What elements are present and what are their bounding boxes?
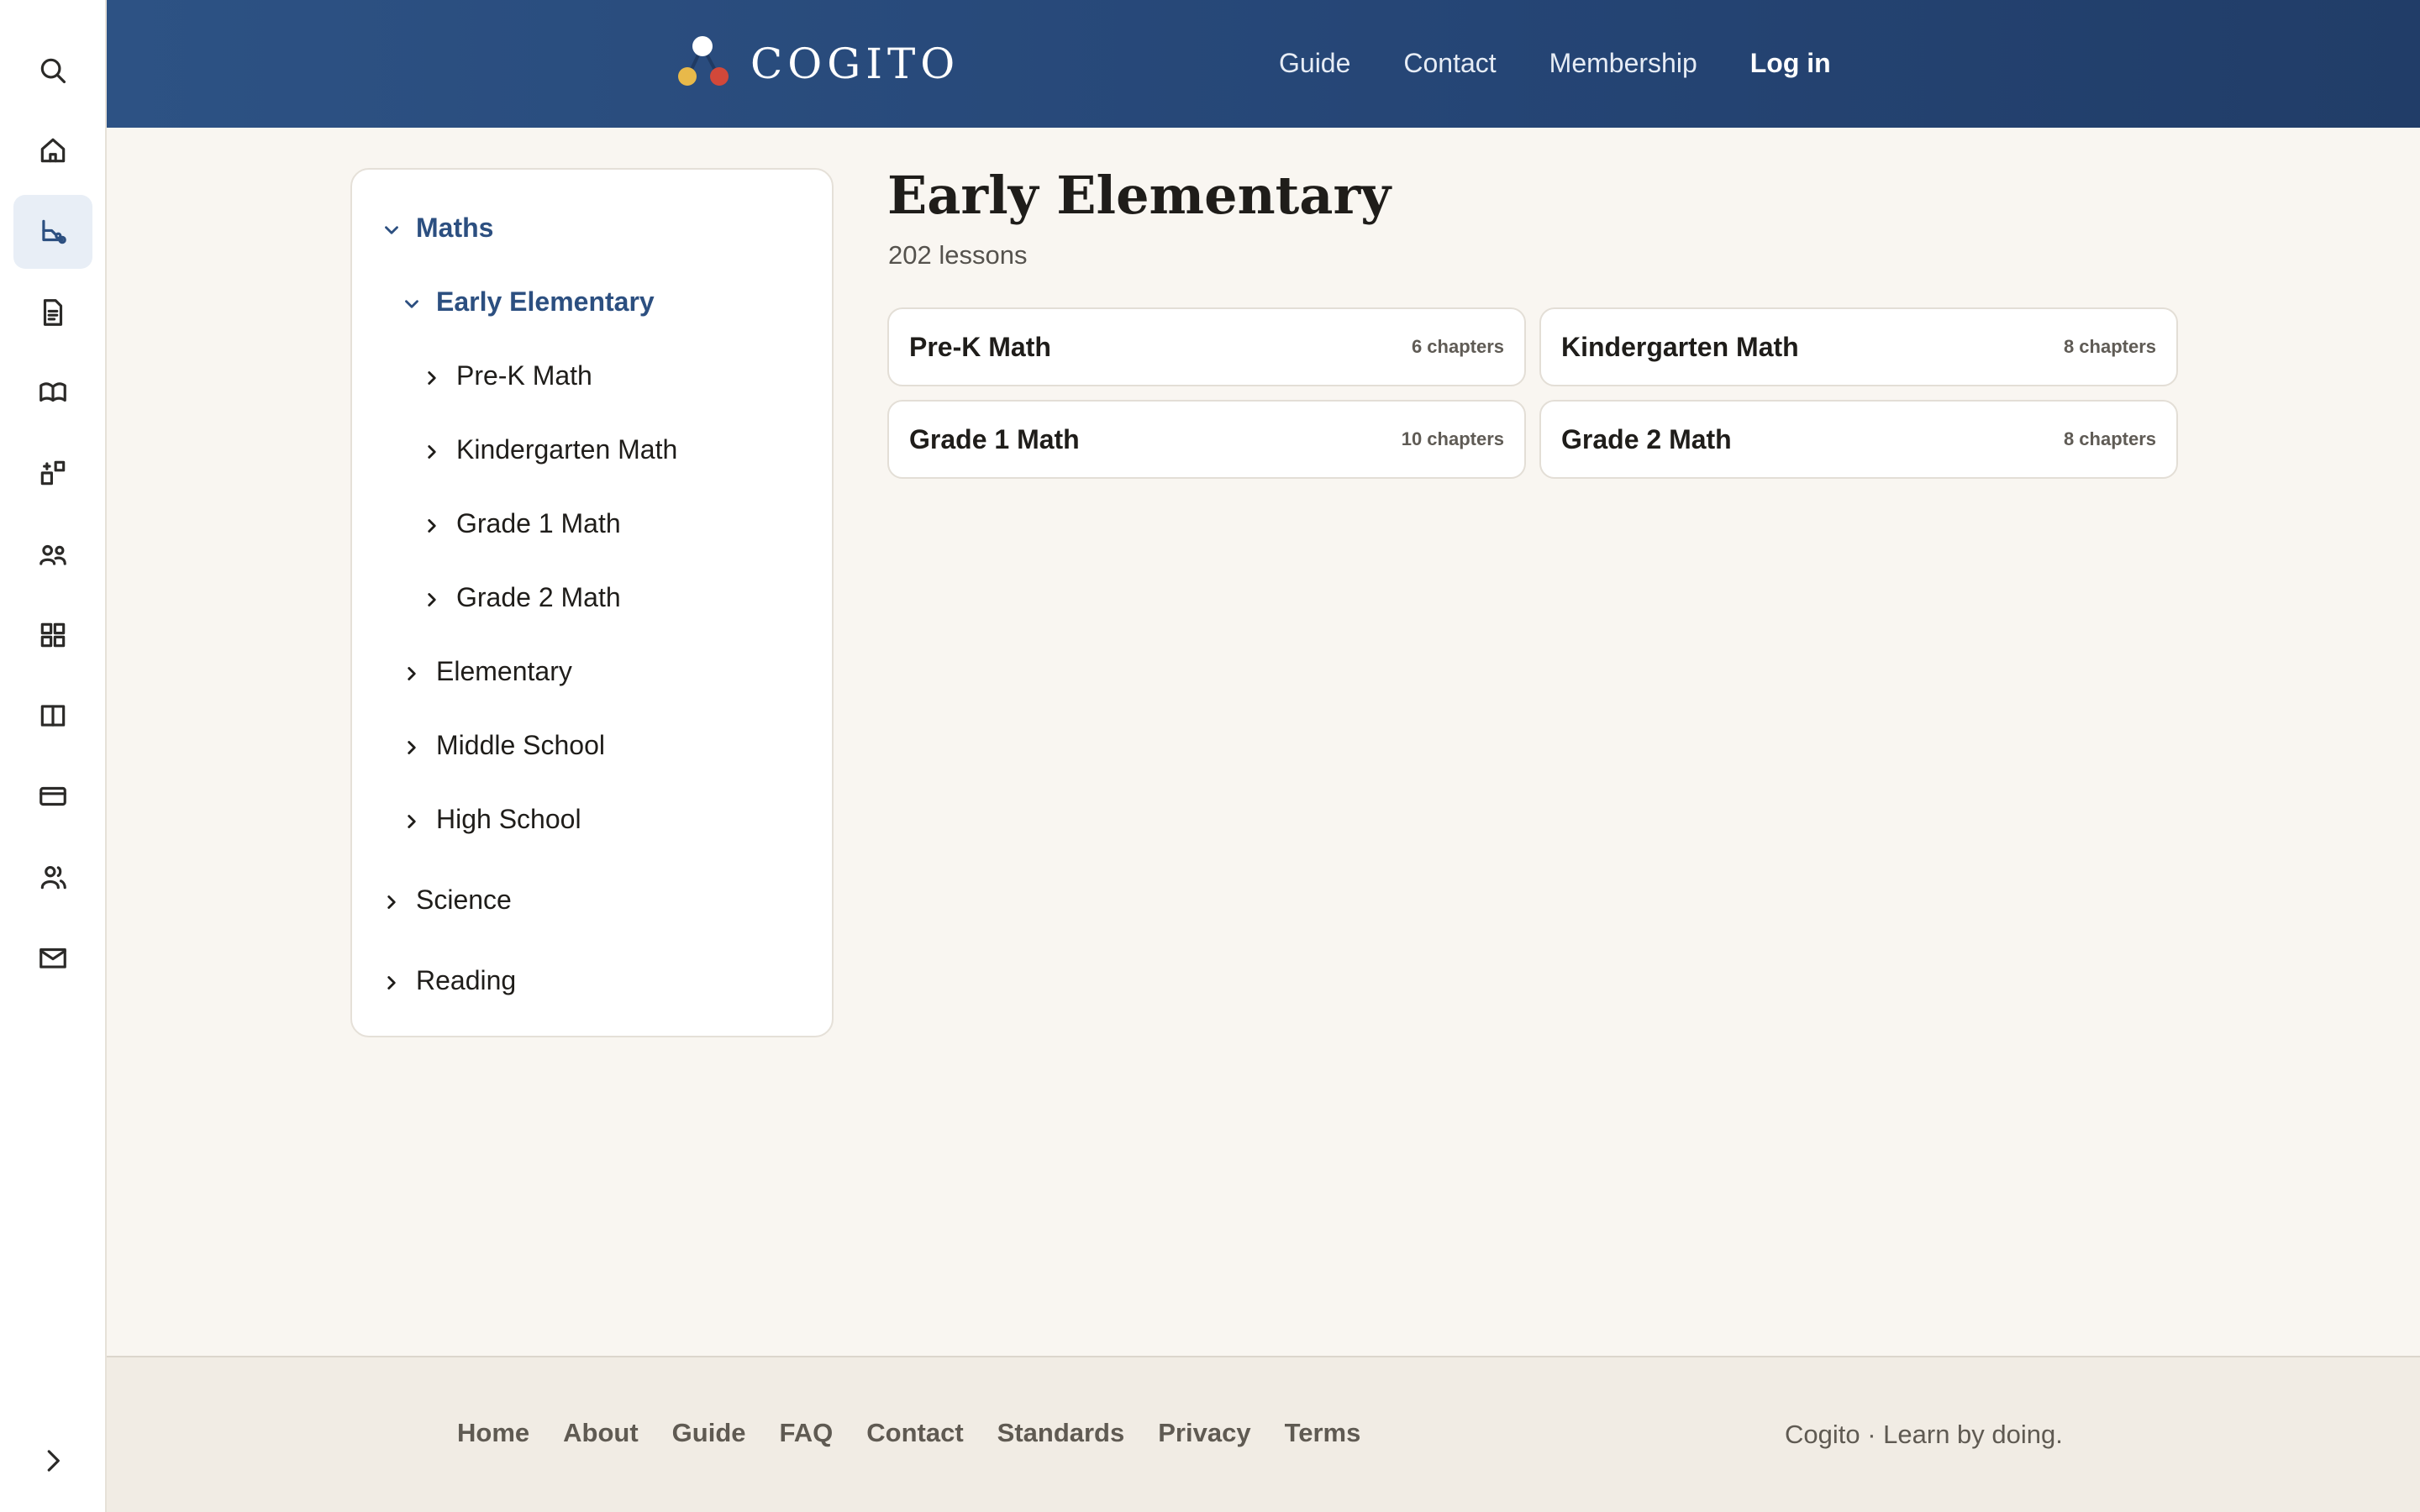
- footer: Home About Guide FAQ Contact Standards P…: [107, 1356, 2420, 1512]
- footer-links: Home About Guide FAQ Contact Standards P…: [457, 1418, 1394, 1448]
- nav-contact[interactable]: Contact: [1403, 48, 1496, 79]
- expand-rail-button[interactable]: [13, 1424, 92, 1498]
- home-button[interactable]: [13, 113, 92, 187]
- tree-item-high-school[interactable]: High School: [401, 799, 581, 839]
- shapes-icon: [40, 460, 66, 486]
- tree-item-label: Grade 2 Math: [456, 581, 621, 612]
- logo-icon: [678, 36, 729, 86]
- tree-item-science[interactable]: Science: [381, 879, 512, 920]
- nav-guide[interactable]: Guide: [1279, 48, 1350, 79]
- course-card-grade-2-math[interactable]: Grade 2 Math 8 chapters: [1539, 400, 2178, 479]
- page-title: Early Elementary: [887, 165, 1392, 226]
- chevron-down-icon: [401, 291, 423, 312]
- logo-text: COGITO: [750, 39, 960, 88]
- tree-item-label: Middle School: [436, 729, 605, 760]
- tree-item-kindergarten-math[interactable]: Kindergarten Math: [421, 429, 677, 470]
- logo[interactable]: COGITO: [675, 34, 960, 94]
- messages-button[interactable]: [13, 921, 92, 995]
- footer-link-guide[interactable]: Guide: [672, 1418, 746, 1448]
- chevron-right-icon: [421, 438, 443, 460]
- tree-item-label: Reading: [416, 964, 517, 995]
- tree-item-reading[interactable]: Reading: [381, 960, 516, 1000]
- search-button[interactable]: [13, 34, 92, 108]
- people-icon: [40, 866, 66, 890]
- login-link[interactable]: Log in: [1750, 48, 1831, 79]
- header-nav: Guide Contact Membership Log in: [1279, 44, 1831, 82]
- chevron-right-icon: [421, 512, 443, 534]
- chevron-right-icon: [421, 586, 443, 608]
- tree-item-label: Maths: [416, 212, 494, 243]
- nav-membership[interactable]: Membership: [1549, 48, 1697, 79]
- library-button[interactable]: [13, 679, 92, 753]
- lesson-count: 202 lessons: [888, 240, 1028, 270]
- home-icon: [40, 138, 66, 163]
- course-card-title: Grade 2 Math: [1561, 423, 1732, 454]
- chevron-down-icon: [381, 217, 402, 239]
- open-book-icon: [39, 382, 66, 402]
- mail-icon: [39, 948, 66, 969]
- tree-item-grade-1-math[interactable]: Grade 1 Math: [421, 503, 621, 543]
- left-rail: [0, 0, 107, 1512]
- tree-item-label: Elementary: [436, 655, 572, 686]
- card-icon: [39, 786, 66, 806]
- chapter-count: 6 chapters: [1411, 336, 1504, 357]
- footer-link-about[interactable]: About: [563, 1418, 639, 1448]
- users-icon: [39, 544, 66, 565]
- curriculum-tree: Maths Early Elementary Pre-K Math Kinder…: [350, 168, 834, 1037]
- footer-tagline: Cogito · Learn by doing.: [1785, 1420, 2063, 1449]
- footer-link-faq[interactable]: FAQ: [780, 1418, 834, 1448]
- grid-icon: [40, 622, 66, 648]
- tree-item-label: Grade 1 Math: [456, 507, 621, 538]
- footer-link-contact[interactable]: Contact: [866, 1418, 963, 1448]
- course-card-title: Kindergarten Math: [1561, 331, 1799, 362]
- chevron-right-icon: [401, 734, 423, 756]
- chevron-right-icon: [401, 808, 423, 830]
- course-card-title: Grade 1 Math: [909, 423, 1080, 454]
- chapter-count: 10 chapters: [1401, 428, 1504, 449]
- chevron-right-icon: [47, 1450, 60, 1472]
- tree-item-label: Kindergarten Math: [456, 433, 678, 465]
- footer-link-terms[interactable]: Terms: [1285, 1418, 1361, 1448]
- footer-link-standards[interactable]: Standards: [997, 1418, 1125, 1448]
- reading-button[interactable]: [13, 355, 92, 429]
- course-card-grade-1-math[interactable]: Grade 1 Math 10 chapters: [887, 400, 1526, 479]
- tree-item-maths[interactable]: Maths: [381, 207, 493, 248]
- tree-item-label: Pre-K Math: [456, 360, 592, 391]
- tree-item-label: Science: [416, 884, 512, 915]
- top-header: COGITO Guide Contact Membership Log in: [107, 0, 2420, 128]
- search-icon: [40, 58, 66, 84]
- billing-button[interactable]: [13, 759, 92, 833]
- documents-button[interactable]: [13, 276, 92, 349]
- shapes-button[interactable]: [13, 436, 92, 510]
- apps-button[interactable]: [13, 598, 92, 672]
- tree-item-elementary[interactable]: Elementary: [401, 651, 572, 691]
- chevron-right-icon: [381, 969, 402, 991]
- course-card-kindergarten-math[interactable]: Kindergarten Math 8 chapters: [1539, 307, 2178, 386]
- course-card-pre-k-math[interactable]: Pre-K Math 6 chapters: [887, 307, 1526, 386]
- course-card-title: Pre-K Math: [909, 331, 1051, 362]
- tree-item-early-elementary[interactable]: Early Elementary: [401, 281, 655, 322]
- curriculum-button[interactable]: [13, 195, 92, 269]
- footer-link-home[interactable]: Home: [457, 1418, 529, 1448]
- chapter-count: 8 chapters: [2063, 336, 2156, 357]
- groups-button[interactable]: [13, 517, 92, 591]
- chapter-count: 8 chapters: [2063, 428, 2156, 449]
- tree-item-grade-2-math[interactable]: Grade 2 Math: [421, 577, 621, 617]
- curriculum-icon: [42, 219, 66, 244]
- chevron-right-icon: [381, 889, 402, 911]
- tree-item-pre-k-math[interactable]: Pre-K Math: [421, 355, 592, 396]
- account-button[interactable]: [13, 840, 92, 914]
- tree-item-middle-school[interactable]: Middle School: [401, 725, 605, 765]
- columns-icon: [40, 705, 66, 727]
- document-icon: [43, 299, 63, 326]
- tree-item-label: Early Elementary: [436, 286, 655, 317]
- chevron-right-icon: [401, 660, 423, 682]
- tree-item-label: High School: [436, 803, 581, 834]
- footer-link-privacy[interactable]: Privacy: [1158, 1418, 1250, 1448]
- chevron-right-icon: [421, 365, 443, 386]
